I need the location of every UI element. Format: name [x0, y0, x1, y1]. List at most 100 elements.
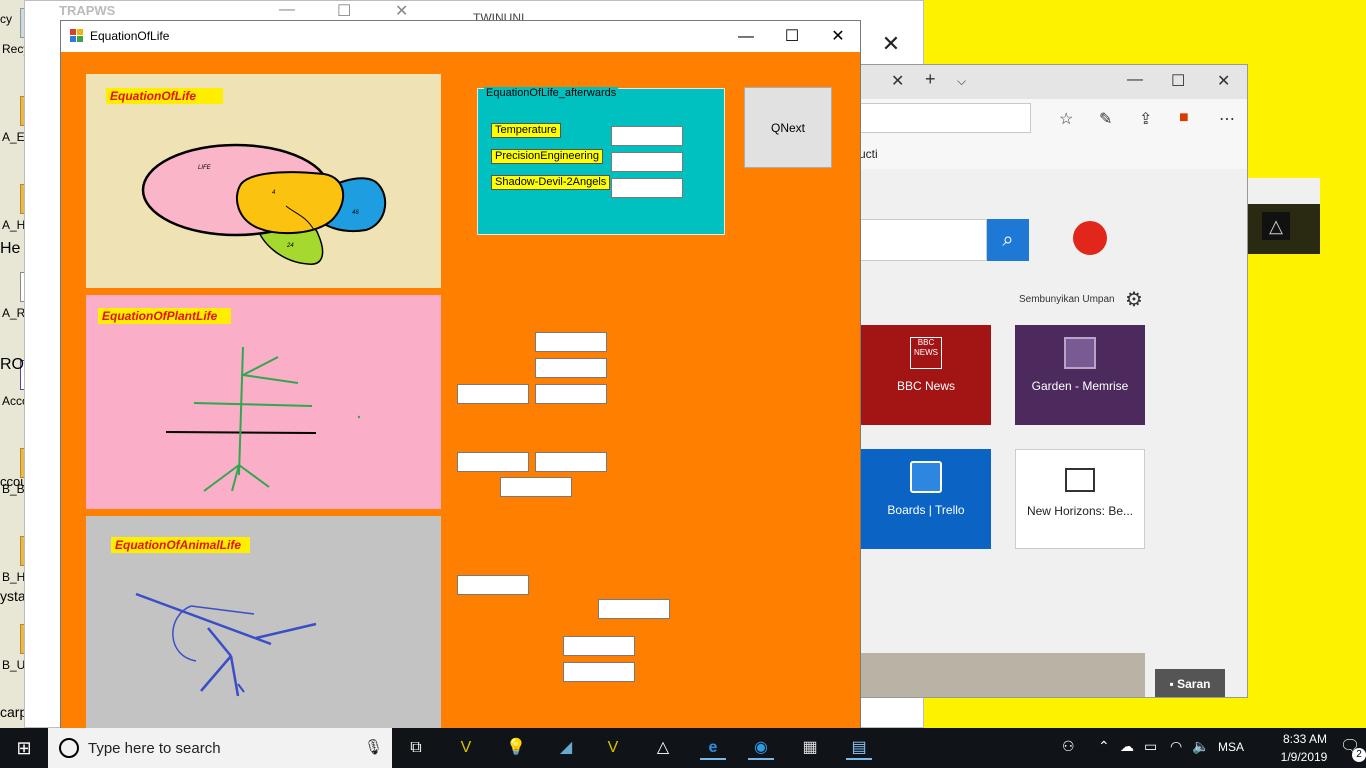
minimize-button[interactable]: — — [723, 21, 769, 52]
temperature-label: Temperature — [491, 123, 561, 138]
text-input[interactable] — [457, 384, 529, 404]
triangle-app-icon[interactable]: △ — [650, 736, 676, 760]
temperature-input[interactable] — [611, 126, 683, 146]
equation-of-life-window[interactable]: EquationOfLife — ☐ ✕ EquationOfLife LIFE… — [60, 20, 861, 730]
tile-bbc-news[interactable]: BBC NEWS BBC News — [861, 325, 991, 425]
venn-label-green: 24 — [286, 243, 294, 249]
search-icon[interactable]: ⌕ — [987, 219, 1029, 261]
tile-label: New Horizons: Be... — [1026, 504, 1134, 518]
hide-feed-link[interactable]: Sembunyikan Umpan — [1019, 294, 1115, 305]
input-language[interactable]: MSA — [1218, 740, 1244, 754]
wifi-icon[interactable]: ◠ — [1170, 738, 1182, 755]
battery-icon[interactable]: ▭ — [1144, 738, 1157, 755]
pen-icon[interactable]: ✎ — [1099, 109, 1112, 129]
plant-panel-label: EquationOfPlantLife — [98, 308, 231, 324]
chevron-down-icon[interactable]: ⌵ — [957, 74, 966, 89]
window-title: EquationOfLife — [90, 29, 170, 43]
browser-page: ⌕ Sembunyikan Umpan ⚙ BBC NEWS BBC News … — [859, 169, 1247, 697]
text-input[interactable] — [563, 636, 635, 656]
address-bar[interactable] — [859, 103, 1031, 133]
close-tab-icon[interactable]: ✕ — [891, 71, 904, 91]
notification-badge: 2 — [1352, 748, 1366, 762]
more-icon[interactable]: ⋯ — [1219, 109, 1235, 129]
animal-drawing — [135, 592, 317, 697]
animal-panel[interactable]: EquationOfAnimalLife — [86, 516, 441, 729]
feedback-hub-icon[interactable]: ◉ — [748, 736, 774, 760]
feedback-button[interactable]: ▪ Saran — [1155, 669, 1225, 697]
people-icon[interactable]: ⚇ — [1062, 738, 1075, 755]
tile-label: Boards | Trello — [887, 503, 965, 517]
qnext-button[interactable]: QNext — [744, 87, 832, 168]
new-tab-icon[interactable]: + — [925, 69, 936, 90]
taskbar: ⊞ Type here to search 🎙 ⧉ V 💡 ◢ V △ e ◉ … — [0, 728, 1366, 768]
paint-icon[interactable]: ▦ — [797, 736, 823, 760]
text-input[interactable] — [500, 477, 572, 497]
partial-text: RO — [0, 356, 24, 373]
task-view-icon[interactable]: ⧉ — [403, 736, 429, 760]
plant-panel[interactable]: EquationOfPlantLife — [86, 295, 441, 509]
chat-icon: ▪ — [1169, 677, 1178, 691]
cortana-icon — [59, 738, 79, 758]
plant-drawing — [165, 346, 361, 492]
microphone-icon[interactable]: 🎙 — [364, 738, 383, 756]
triangle-logo-icon: △ — [1262, 212, 1290, 240]
share-icon[interactable]: ⇪ — [1139, 109, 1152, 129]
shadow-devil-label: Shadow-Devil-2Angels — [491, 175, 611, 190]
tile-trello[interactable]: Boards | Trello — [861, 449, 991, 549]
minimize-icon[interactable]: — — [279, 1, 295, 19]
tile-new-horizons[interactable]: New Horizons: Be... — [1015, 449, 1145, 549]
text-input[interactable] — [535, 452, 607, 472]
lightbulb-icon[interactable]: 💡 — [503, 736, 529, 760]
close-icon[interactable]: ✕ — [1217, 71, 1230, 91]
tile-garden-memrise[interactable]: Garden - Memrise — [1015, 325, 1145, 425]
text-input[interactable] — [457, 575, 529, 595]
windows-start-icon[interactable]: ⊞ — [0, 728, 48, 768]
maximize-icon[interactable]: ☐ — [337, 1, 351, 21]
afterwards-group-box: EquationOfLife_afterwards Temperature Pr… — [477, 87, 725, 235]
gear-icon[interactable]: ⚙ — [1125, 287, 1143, 312]
favorites-item[interactable]: ucti — [859, 147, 878, 161]
text-input[interactable] — [535, 358, 607, 378]
office-icon[interactable]: ■ — [1179, 109, 1189, 127]
winforms-app-icon[interactable]: ▤ — [846, 736, 872, 760]
shadow-devil-input[interactable] — [611, 178, 683, 198]
background-window-title: TRAPWS — [59, 3, 116, 18]
life-panel[interactable]: EquationOfLife LIFE 4 46 24 — [86, 74, 441, 288]
close-button[interactable]: ✕ — [815, 21, 860, 52]
close-icon[interactable]: ✕ — [395, 1, 408, 21]
taskbar-search[interactable]: Type here to search 🎙 — [48, 728, 392, 768]
text-input[interactable] — [563, 662, 635, 682]
bbc-news-icon: BBC NEWS — [910, 337, 942, 369]
feedback-label: Saran — [1177, 677, 1211, 691]
app-icon — [70, 29, 83, 42]
text-input[interactable] — [457, 452, 529, 472]
browser-window[interactable]: ✕ + ⌵ — ☐ ✕ ☆ ✎ ⇪ ■ ⋯ ucti ⌕ Sembunyikan… — [858, 64, 1248, 698]
news-image[interactable] — [861, 653, 1145, 697]
volume-icon[interactable]: 🔈 — [1192, 738, 1209, 755]
maximize-button[interactable]: ☐ — [769, 21, 815, 52]
favorites-icon[interactable]: ☆ — [1059, 109, 1073, 129]
minimize-icon[interactable]: — — [1127, 71, 1143, 89]
app-stock-icon[interactable]: ◢ — [553, 736, 579, 760]
chevron-up-icon[interactable]: ⌃ — [1098, 738, 1110, 755]
window-icon — [1065, 468, 1095, 492]
close-icon[interactable]: ✕ — [858, 26, 924, 64]
text-input[interactable] — [535, 332, 607, 352]
clock-time[interactable]: 8:33 AM — [1280, 732, 1330, 746]
text-input[interactable] — [535, 384, 607, 404]
tile-label: Garden - Memrise — [1031, 379, 1129, 393]
venn-yellow-shape — [236, 171, 345, 235]
clock-date[interactable]: 1/9/2019 — [1276, 750, 1332, 764]
venn-label-life: LIFE — [198, 165, 212, 171]
app-v-icon[interactable]: V — [453, 736, 479, 760]
venn-diagram: LIFE 4 46 24 — [141, 143, 387, 265]
cloud-icon[interactable]: ☁ — [1120, 738, 1134, 755]
edge-icon[interactable]: e — [700, 736, 726, 760]
favorites-bar: ucti — [859, 139, 1247, 169]
app-v-icon[interactable]: V — [600, 736, 626, 760]
precision-engineering-input[interactable] — [611, 152, 683, 172]
avatar[interactable] — [1073, 221, 1107, 255]
maximize-icon[interactable]: ☐ — [1171, 71, 1185, 91]
search-input[interactable] — [859, 219, 987, 261]
text-input[interactable] — [598, 599, 670, 619]
